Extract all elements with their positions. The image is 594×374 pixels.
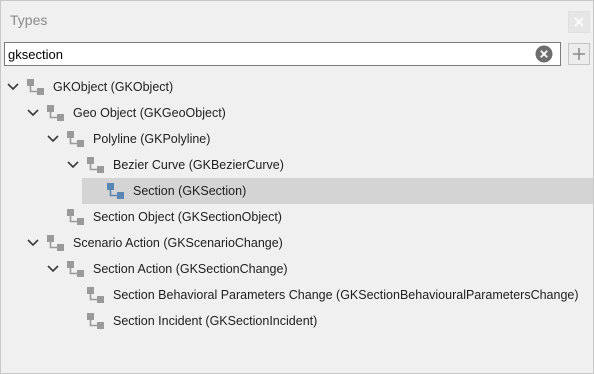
type-hierarchy-icon <box>86 312 106 330</box>
chevron-down-icon[interactable] <box>26 236 40 250</box>
chevron-down-icon[interactable] <box>66 158 80 172</box>
close-button[interactable] <box>568 11 590 33</box>
type-hierarchy-icon <box>66 208 86 226</box>
type-hierarchy-icon <box>106 182 126 200</box>
tree-row[interactable]: Section Behavioral Parameters Change (GK… <box>1 282 593 308</box>
add-button[interactable] <box>568 43 590 65</box>
type-hierarchy-icon <box>46 104 66 122</box>
chevron-down-icon[interactable] <box>46 262 60 276</box>
search-box <box>4 42 561 66</box>
tree-node-label: Section Object (GKSectionObject) <box>93 210 282 224</box>
type-hierarchy-icon <box>46 234 66 252</box>
panel-title: Types <box>10 12 48 28</box>
tree-node-label: Section Action (GKSectionChange) <box>93 262 288 276</box>
chevron-down-icon[interactable] <box>6 80 20 94</box>
tree-node-label: Section Behavioral Parameters Change (GK… <box>113 288 579 302</box>
tree-row[interactable]: Scenario Action (GKScenarioChange) <box>1 230 593 256</box>
search-input[interactable] <box>5 43 528 65</box>
tree-node-label: Section (GKSection) <box>133 184 247 198</box>
tree-row[interactable]: Section (GKSection) <box>1 178 593 204</box>
plus-icon <box>573 48 585 60</box>
types-panel: Types GKObject (GKObject) Geo Object (GKG… <box>0 0 594 374</box>
tree-node-label: Scenario Action (GKScenarioChange) <box>73 236 283 250</box>
type-hierarchy-icon <box>26 78 46 96</box>
type-hierarchy-icon <box>66 130 86 148</box>
type-hierarchy-icon <box>66 260 86 278</box>
tree-row[interactable]: Polyline (GKPolyline) <box>1 126 593 152</box>
tree-row[interactable]: Geo Object (GKGeoObject) <box>1 100 593 126</box>
clear-circle-icon <box>535 45 553 63</box>
close-icon <box>574 17 584 27</box>
chevron-down-icon[interactable] <box>46 132 60 146</box>
type-hierarchy-icon <box>86 156 106 174</box>
clear-search-button[interactable] <box>535 45 553 63</box>
tree-node-label: Section Incident (GKSectionIncident) <box>113 314 318 328</box>
tree-row[interactable]: GKObject (GKObject) <box>1 74 593 100</box>
chevron-down-icon[interactable] <box>26 106 40 120</box>
tree-row[interactable]: Bezier Curve (GKBezierCurve) <box>1 152 593 178</box>
tree-row[interactable]: Section Action (GKSectionChange) <box>1 256 593 282</box>
tree-node-label: Geo Object (GKGeoObject) <box>73 106 226 120</box>
tree-node-label: GKObject (GKObject) <box>53 80 174 94</box>
tree-row[interactable]: Section Incident (GKSectionIncident) <box>1 308 593 334</box>
tree-node-label: Bezier Curve (GKBezierCurve) <box>113 158 284 172</box>
tree-node-label: Polyline (GKPolyline) <box>93 132 211 146</box>
tree-row[interactable]: Section Object (GKSectionObject) <box>1 204 593 230</box>
type-hierarchy-icon <box>86 286 106 304</box>
